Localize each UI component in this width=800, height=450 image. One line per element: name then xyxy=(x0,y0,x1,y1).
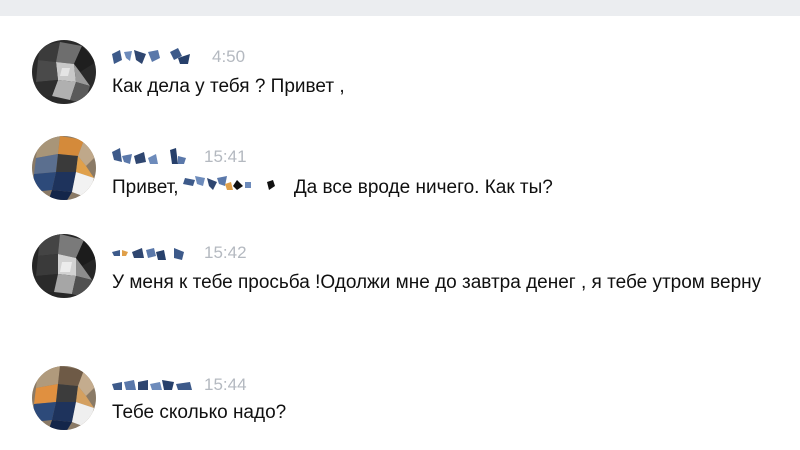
pixelated-avatar-icon xyxy=(32,366,96,430)
avatar[interactable] xyxy=(30,232,98,300)
message-item: 15:42 У меня к тебе просьба !Одолжи мне … xyxy=(0,232,800,342)
message-item: 15:44 Тебе сколько надо? xyxy=(0,364,800,444)
message-item: 4:50 Как дела у тебя ? Привет , xyxy=(0,38,800,118)
redacted-name-icon xyxy=(112,248,184,260)
redacted-mention xyxy=(179,172,289,204)
redacted-name-icon xyxy=(112,380,192,390)
author-name-redacted[interactable] xyxy=(112,146,196,168)
author-name-redacted[interactable] xyxy=(112,46,196,68)
message-text: У меня к тебе просьба !Одолжи мне до зав… xyxy=(112,272,762,293)
top-bar xyxy=(0,0,800,16)
pixelated-avatar-icon xyxy=(32,40,96,104)
avatar[interactable] xyxy=(30,364,98,432)
pixelated-avatar-icon xyxy=(32,136,96,200)
message-time: 15:41 xyxy=(204,147,247,166)
avatar[interactable] xyxy=(30,134,98,202)
author-name-redacted[interactable] xyxy=(112,242,196,264)
message-text: Как дела у тебя ? Привет , xyxy=(112,76,345,97)
message-text-part: Привет, xyxy=(112,177,179,199)
avatar[interactable] xyxy=(30,38,98,106)
message-text: Тебе сколько надо? xyxy=(112,402,287,423)
redacted-name-icon xyxy=(182,176,275,190)
message-text: Привет, Да все вроде ничего. Как ты? xyxy=(112,172,782,204)
redacted-name-icon xyxy=(112,48,190,64)
author-name-redacted[interactable] xyxy=(112,374,196,396)
message-time: 15:42 xyxy=(204,243,247,262)
redacted-name-icon xyxy=(112,148,186,164)
message-item: 15:41 Привет, Да все вроде ничего. Как т… xyxy=(0,134,800,214)
message-text-part: Да все вроде ничего. Как ты? xyxy=(293,177,553,199)
pixelated-avatar-icon xyxy=(32,234,96,298)
message-time: 4:50 xyxy=(212,47,246,66)
message-time: 15:44 xyxy=(204,375,247,394)
